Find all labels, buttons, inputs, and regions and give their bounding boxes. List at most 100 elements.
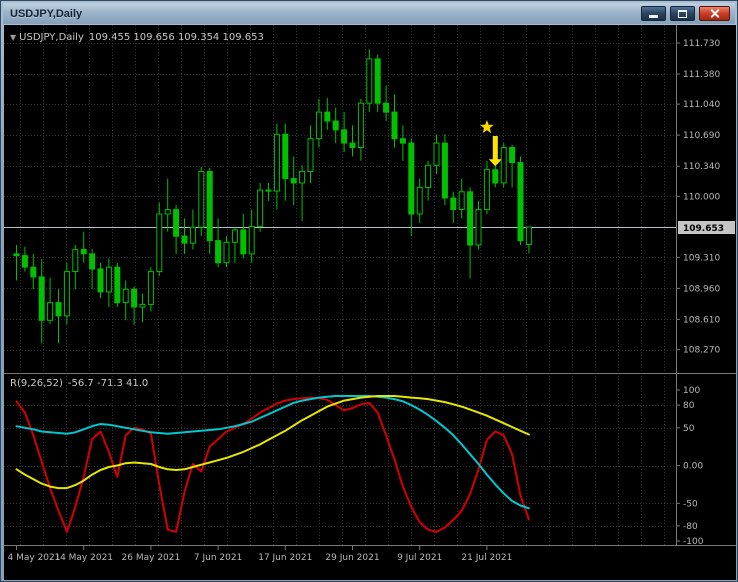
candle-body <box>47 302 54 321</box>
candle-body <box>231 229 238 243</box>
indicator-axis-label: -50 <box>683 499 698 509</box>
chart-client-area: 111.730 111.380 111.040 110.690 110.340 110.0… <box>4 25 736 580</box>
candle-body <box>425 164 432 189</box>
candle-body <box>80 248 87 255</box>
candle-body <box>467 191 474 246</box>
maximize-icon <box>678 9 687 18</box>
star-marker-icon <box>480 120 494 133</box>
indicator-axis-label: -100 <box>683 537 704 547</box>
price-axis-label: 111.380 <box>683 70 720 80</box>
price-axis-label: 109.310 <box>683 253 720 263</box>
time-axis-label: 29 Jun 2021 <box>325 553 379 563</box>
price-axis-label: 110.000 <box>683 192 720 202</box>
candle-body <box>198 171 205 228</box>
price-axis-label: 110.690 <box>683 131 720 141</box>
candle-body <box>500 147 507 184</box>
time-axis-label: 17 Jun 2021 <box>258 553 312 563</box>
candle-body <box>458 191 465 211</box>
candle-body <box>399 138 406 144</box>
price-axis[interactable]: 111.730 111.380 111.040 110.690 110.340 110.0… <box>677 39 720 547</box>
bid-price-tag-text: 109.653 <box>683 224 724 234</box>
minimize-button[interactable] <box>641 6 666 21</box>
time-axis-label: 21 Jul 2021 <box>461 553 512 563</box>
candle-body <box>357 102 364 148</box>
oscillator-lines <box>15 395 530 533</box>
time-axis-label: 7 Jun 2021 <box>194 553 242 563</box>
candle-body <box>509 147 516 164</box>
candle-body <box>13 253 20 257</box>
price-axis-label: 108.960 <box>683 284 720 294</box>
candle-body <box>139 303 146 308</box>
chart-canvas[interactable]: 111.730 111.380 111.040 110.690 110.340 110.0… <box>4 25 736 580</box>
price-axis-label: 108.270 <box>683 346 720 356</box>
window-titlebar[interactable]: USDJPY,Daily <box>3 3 735 24</box>
time-axis-label: 14 May 2021 <box>54 553 113 563</box>
time-axis-label: 26 May 2021 <box>122 553 181 563</box>
candle-body <box>282 133 289 180</box>
candle-body <box>391 111 398 140</box>
candle-body <box>30 266 37 278</box>
candle-body <box>517 162 524 242</box>
time-axis[interactable]: 4 May 202114 May 2021 26 May 2021 7 Jun 20… <box>8 546 513 563</box>
candle-body <box>189 226 196 244</box>
time-axis-label: 4 May 2021 <box>8 553 61 563</box>
candle-body <box>63 271 70 317</box>
candle-body <box>164 209 171 215</box>
down-arrow-marker-icon <box>488 136 502 167</box>
candle-body <box>492 169 499 184</box>
candle-body <box>273 133 280 192</box>
candle-body <box>450 197 457 210</box>
candle-body <box>265 189 272 192</box>
candle-body <box>366 58 373 104</box>
candle-body <box>72 248 79 272</box>
price-axis-label: 108.610 <box>683 315 720 325</box>
candle-body <box>441 142 448 199</box>
candle-body <box>290 178 297 184</box>
candle-body <box>475 209 482 246</box>
candle-body <box>433 142 440 166</box>
candle-body <box>324 111 331 122</box>
candle-body <box>215 240 222 264</box>
window-title: USDJPY,Daily <box>10 7 83 20</box>
grid <box>4 25 676 545</box>
indicator-axis-label: 100 <box>683 386 700 396</box>
candle-body <box>383 102 390 113</box>
candle-body <box>131 288 138 308</box>
candle-body <box>248 225 255 255</box>
candle-body <box>206 171 213 242</box>
maximize-button[interactable] <box>670 6 695 21</box>
collapse-pane-icon[interactable]: ▼ <box>10 33 16 42</box>
mt4-chart-window: USDJPY,Daily 111.730 111.380 111.040 110.69… <box>0 0 738 582</box>
candle-body <box>257 189 264 227</box>
indicator-axis-label: 0.00 <box>683 462 703 472</box>
candle-body <box>105 266 112 293</box>
candle-body <box>315 111 322 140</box>
minimize-icon <box>649 15 658 18</box>
candle-body <box>332 120 339 131</box>
indicator-line-yellow <box>15 395 530 490</box>
candle-body <box>97 268 104 293</box>
candle-body <box>55 302 62 317</box>
candle-body <box>156 213 163 273</box>
price-axis-label: 110.340 <box>683 162 720 172</box>
indicator-axis-label: 80 <box>683 401 695 411</box>
candle-body <box>223 241 230 264</box>
candle-body <box>483 169 490 211</box>
candle-body <box>374 58 381 104</box>
candle-body <box>147 271 154 305</box>
candle-body <box>240 229 247 255</box>
close-button[interactable] <box>699 6 730 21</box>
indicator-axis-label: -80 <box>683 522 698 532</box>
candle-body <box>89 253 96 270</box>
indicator-line-cyan <box>15 395 530 510</box>
price-axis-label: 111.730 <box>683 39 720 49</box>
candle-body <box>307 138 314 172</box>
candle-body <box>416 186 423 215</box>
candle-body <box>122 288 129 304</box>
candle-body <box>408 142 415 215</box>
candle-body <box>173 209 180 237</box>
candle-body <box>341 129 348 144</box>
candle-body <box>114 266 121 304</box>
candle-body <box>38 276 45 321</box>
indicator-line-red <box>15 396 530 533</box>
